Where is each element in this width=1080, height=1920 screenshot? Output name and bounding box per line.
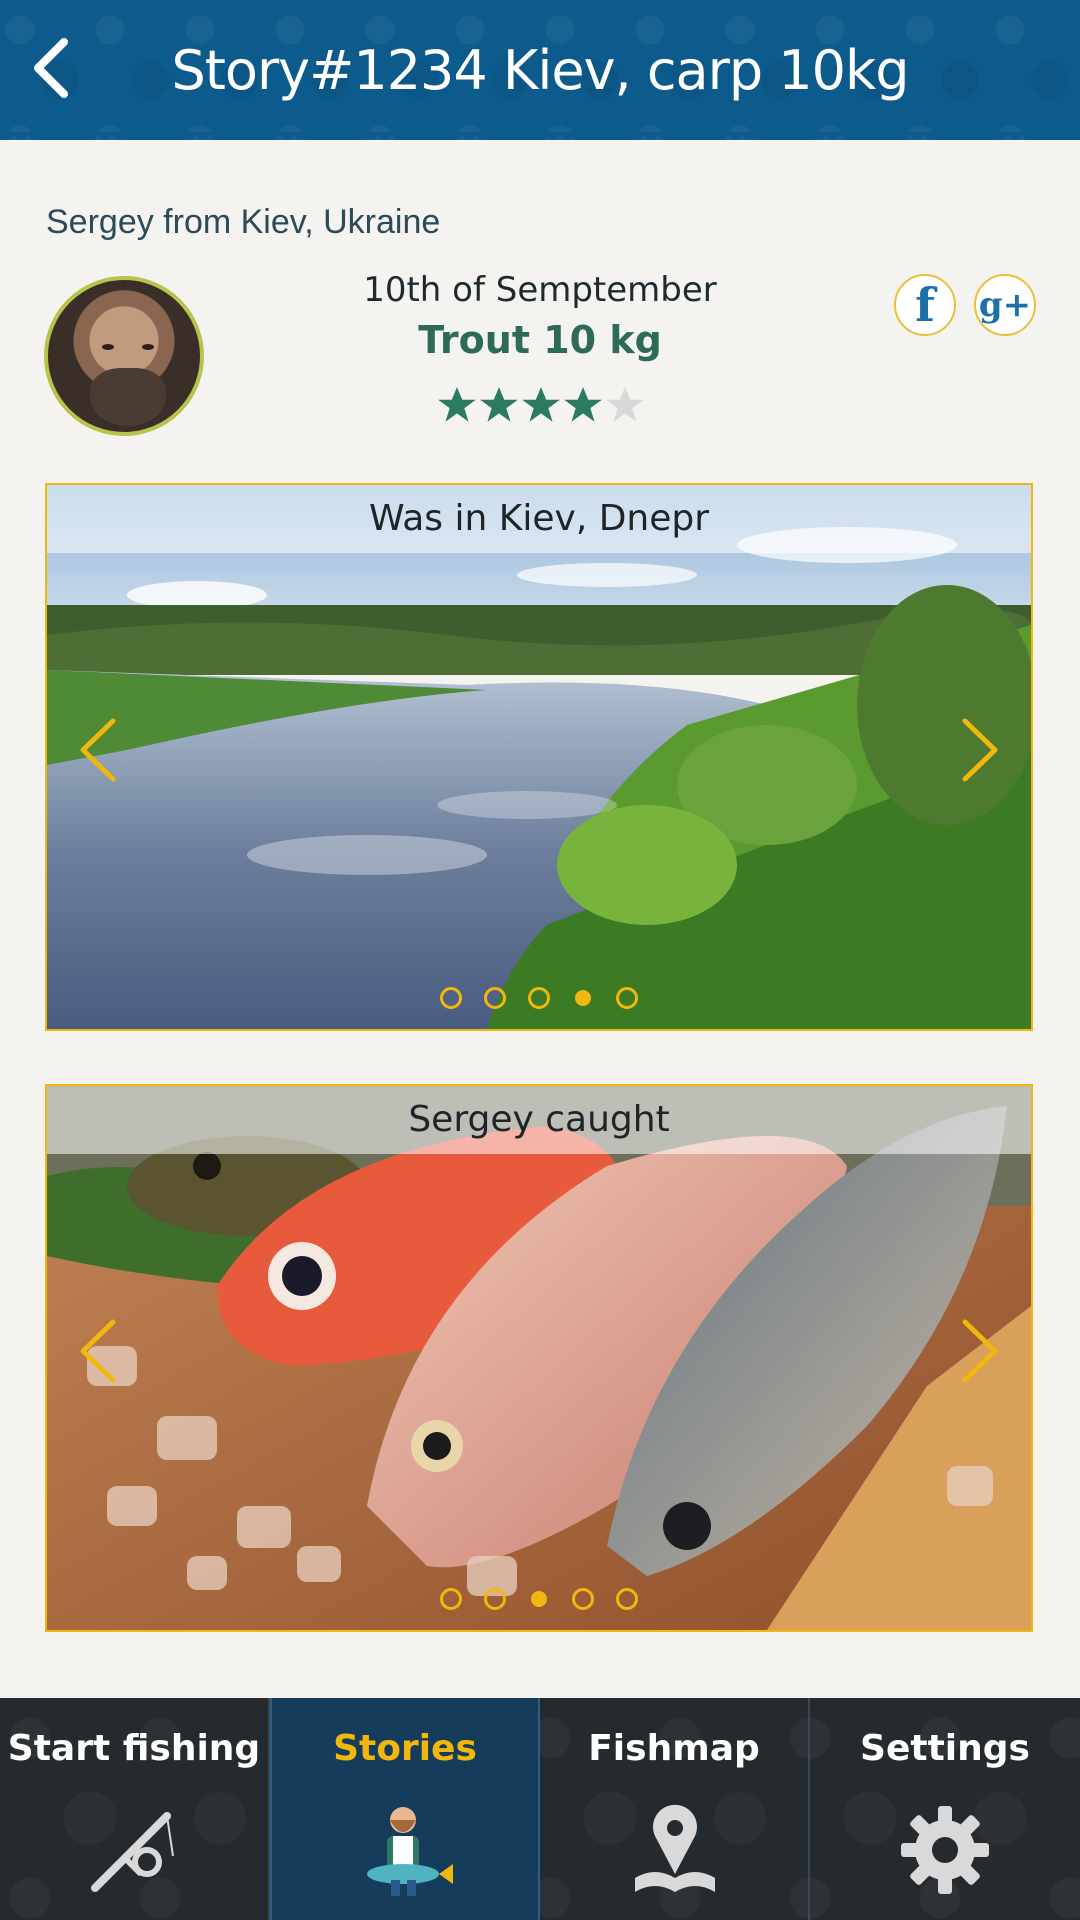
pagination-dot[interactable]	[484, 1588, 506, 1610]
pagination-dot[interactable]	[484, 987, 506, 1009]
place-photo-carousel[interactable]: Was in Kiev, Dnepr	[45, 483, 1033, 1031]
river-landscape-photo	[47, 485, 1031, 1029]
nav-fishmap[interactable]: Fishmap	[540, 1698, 810, 1920]
carousel-next-button[interactable]	[959, 715, 1003, 785]
avatar[interactable]	[44, 276, 204, 436]
carousel-prev-button[interactable]	[75, 715, 119, 785]
pagination-dot[interactable]	[528, 987, 550, 1009]
star-filled-icon	[480, 387, 518, 422]
pagination-dot[interactable]	[440, 987, 462, 1009]
carousel-pagination	[47, 1588, 1031, 1610]
header-scallop-edge	[0, 132, 1080, 148]
pagination-dot[interactable]	[616, 987, 638, 1009]
star-filled-icon	[438, 387, 476, 422]
chevron-left-icon	[80, 1319, 116, 1383]
pagination-dot[interactable]	[572, 1588, 594, 1610]
map-pin-icon	[635, 1804, 715, 1892]
nav-label: Stories	[333, 1728, 477, 1769]
bottom-navigation: Start fishing Stories Fishmap Settings	[0, 1698, 1080, 1920]
back-button[interactable]	[22, 36, 78, 100]
page-title: Story#1234 Kiev, carp 10kg	[171, 39, 909, 102]
pagination-dot[interactable]	[440, 1588, 462, 1610]
gear-icon	[901, 1806, 989, 1894]
chevron-right-icon	[962, 718, 998, 782]
nav-label: Fishmap	[588, 1728, 760, 1769]
carousel-caption: Was in Kiev, Dnepr	[47, 485, 1031, 553]
star-filled-icon	[564, 387, 602, 422]
carousel-next-button[interactable]	[959, 1316, 1003, 1386]
rating-stars	[436, 384, 646, 426]
star-filled-icon	[522, 387, 560, 422]
story-date: 10th of Semptember	[363, 270, 717, 310]
nav-label: Settings	[860, 1728, 1030, 1769]
carousel-pagination	[47, 987, 1031, 1009]
star-empty-icon	[606, 387, 644, 422]
chevron-left-icon	[80, 718, 116, 782]
pagination-dot-active[interactable]	[531, 1591, 547, 1607]
facebook-icon: f	[915, 278, 935, 332]
fishing-rod-icon	[91, 1812, 174, 1892]
catch-photo-carousel[interactable]: Sergey caught	[45, 1084, 1033, 1632]
pagination-dot[interactable]	[616, 1588, 638, 1610]
carousel-prev-button[interactable]	[75, 1316, 119, 1386]
google-plus-icon: g+	[978, 285, 1032, 325]
avatar-beard	[90, 368, 166, 426]
chevron-right-icon	[962, 1319, 998, 1383]
catch-summary: Trout 10 kg	[418, 318, 662, 362]
nav-stories[interactable]: Stories	[270, 1698, 540, 1920]
carousel-caption: Sergey caught	[47, 1086, 1031, 1154]
fisherman-icon	[367, 1807, 453, 1896]
pagination-dot-active[interactable]	[575, 990, 591, 1006]
nav-label: Start fishing	[7, 1728, 261, 1769]
facebook-share-button[interactable]: f	[894, 274, 956, 336]
app-header: Story#1234 Kiev, carp 10kg	[0, 0, 1080, 140]
nav-settings[interactable]: Settings	[810, 1698, 1080, 1920]
nav-start-fishing[interactable]: Start fishing	[0, 1698, 270, 1920]
avatar-eye	[102, 344, 114, 350]
fish-catch-photo	[47, 1086, 1031, 1630]
google-plus-share-button[interactable]: g+	[974, 274, 1036, 336]
author-location: Sergey from Kiev, Ukraine	[46, 203, 441, 241]
avatar-eye	[142, 344, 154, 350]
chevron-left-icon	[34, 38, 68, 98]
